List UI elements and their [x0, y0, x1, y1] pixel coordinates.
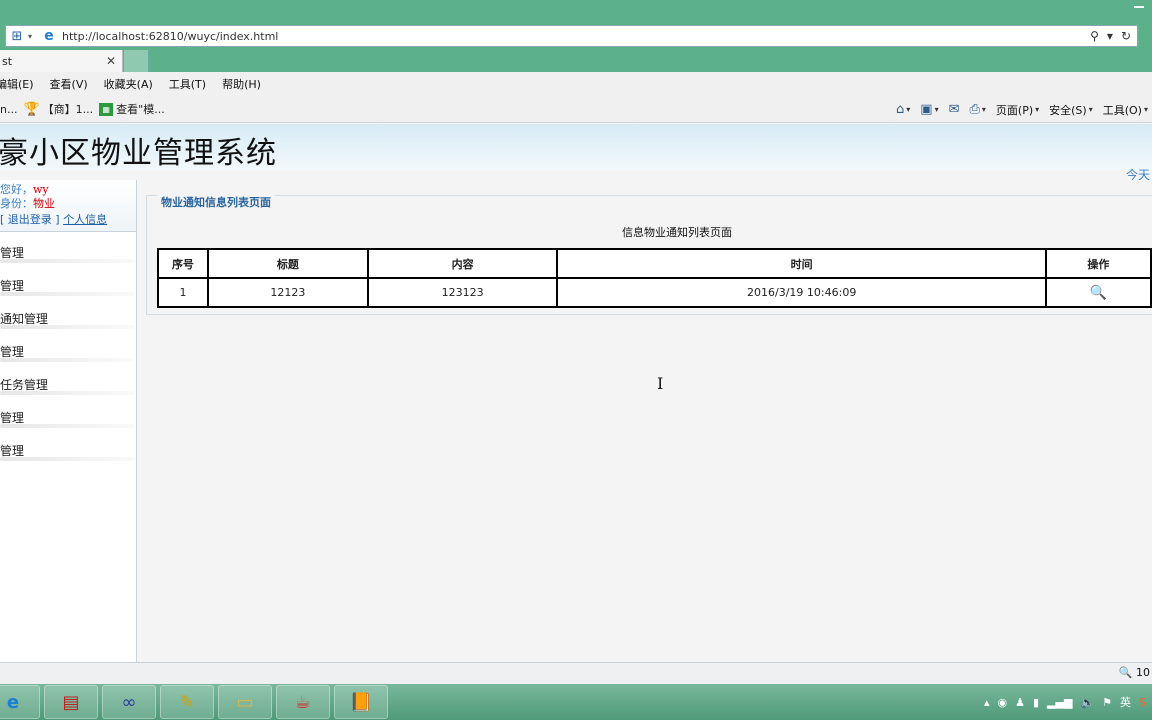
- cell-time: 2016/3/19 10:46:09: [556, 277, 1047, 308]
- dropdown-icon[interactable]: ▾: [1107, 29, 1113, 43]
- browser-frame: ⊞ ▾ e http://localhost:62810/wuyc/index.…: [0, 0, 1152, 72]
- menu-bar: 编辑(E) 查看(V) 收藏夹(A) 工具(T) 帮助(H): [0, 72, 1152, 96]
- home-icon: ⌂: [895, 102, 905, 117]
- cell-title: 12123: [206, 277, 369, 308]
- java-taskbar-icon[interactable]: ☕: [276, 685, 330, 719]
- sidebar-item-task[interactable]: 任务管理: [0, 368, 136, 401]
- tools-taskbar-icon[interactable]: ✎: [160, 685, 214, 719]
- sidebar-item[interactable]: 管理: [0, 236, 136, 269]
- profile-link[interactable]: 个人信息: [63, 213, 107, 226]
- favorite-item[interactable]: n...: [0, 103, 17, 116]
- folder-taskbar-icon[interactable]: ▭: [218, 685, 272, 719]
- address-bar[interactable]: ⊞ ▾ e http://localhost:62810/wuyc/index.…: [5, 25, 1138, 47]
- show-hidden-icons[interactable]: ▴: [984, 696, 990, 709]
- ie-icon: e: [44, 28, 54, 44]
- col-title: 标题: [206, 248, 369, 279]
- app-tray-icon[interactable]: ◉: [998, 696, 1008, 709]
- cell-actions: 🔍: [1044, 277, 1152, 308]
- trophy-icon: 🏆: [23, 101, 40, 117]
- system-tray: ▴ ◉ ♟ ▮ ▂▄▆ 🔈 ⚑ 英 S: [984, 684, 1152, 720]
- greeting-label: 您好，: [0, 183, 33, 196]
- flag-icon[interactable]: ⚑: [1102, 696, 1112, 709]
- printer-icon: ⎙: [969, 102, 980, 117]
- new-tab-button[interactable]: [124, 50, 149, 72]
- menu-edit[interactable]: 编辑(E): [0, 76, 34, 92]
- panel-legend: 物业通知信息列表页面: [157, 194, 275, 210]
- favorite-item[interactable]: ▦ 查看"模...: [99, 101, 165, 117]
- text-cursor-icon: I: [657, 374, 664, 393]
- rss-icon: ▣: [920, 102, 933, 117]
- url-text[interactable]: http://localhost:62810/wuyc/index.html: [58, 30, 1090, 43]
- cell-content: 123123: [366, 277, 559, 308]
- menu-view[interactable]: 查看(V): [50, 76, 88, 92]
- status-bar: 🔍 10: [0, 662, 1152, 684]
- role-label: 身份：: [0, 197, 33, 210]
- col-content: 内容: [366, 248, 559, 279]
- menu-help[interactable]: 帮助(H): [222, 76, 261, 92]
- logout-link[interactable]: 退出登录: [8, 213, 52, 226]
- sidebar-item[interactable]: 管理: [0, 401, 136, 434]
- col-index: 序号: [157, 248, 209, 279]
- eclipse-taskbar-icon[interactable]: ∞: [102, 685, 156, 719]
- tab-active[interactable]: st ✕: [0, 50, 123, 72]
- volume-icon[interactable]: 🔈: [1080, 696, 1094, 709]
- book-taskbar-icon[interactable]: 📙: [334, 685, 388, 719]
- page-title: 豪小区物业管理系统: [0, 136, 277, 171]
- taskbar: e ▤ ∞ ✎ ▭ ☕ 📙 ▴ ◉ ♟ ▮ ▂▄▆ 🔈 ⚑ 英 S: [0, 684, 1152, 720]
- col-actions: 操作: [1044, 248, 1152, 279]
- refresh-icon[interactable]: ↻: [1121, 29, 1131, 43]
- menu-favorites[interactable]: 收藏夹(A): [104, 76, 153, 92]
- tab-title: st: [2, 54, 13, 68]
- web-slice-icon: ▦: [99, 102, 114, 116]
- table-caption: 信息物业通知列表页面: [622, 226, 732, 239]
- network-icon[interactable]: ▮: [1033, 696, 1039, 709]
- user-info: 您好，wy 身份：物业 [ 退出登录 ] 个人信息: [0, 180, 136, 232]
- sidebar-item-notice[interactable]: 通知管理: [0, 302, 136, 335]
- role-value: 物业: [33, 197, 55, 210]
- mail-icon: ✉: [948, 102, 960, 117]
- table-header-row: 序号 标题 内容 时间 操作: [157, 248, 1152, 279]
- print-button[interactable]: ⎙ ▾: [969, 102, 985, 117]
- close-icon[interactable]: ✕: [106, 54, 116, 68]
- notepad-taskbar-icon[interactable]: ▤: [44, 685, 98, 719]
- sidebar-item[interactable]: 管理: [0, 335, 136, 368]
- sidebar-item[interactable]: 管理: [0, 269, 136, 302]
- username: wy: [33, 183, 49, 196]
- notice-table: 序号 标题 内容 时间 操作 1 12123 123123 2016/3/19 …: [157, 248, 1152, 308]
- page-header: 豪小区物业管理系统 今天: [0, 124, 1152, 182]
- favorite-item[interactable]: 🏆 【商】1...: [23, 101, 93, 117]
- magnifier-icon[interactable]: 🔍: [1090, 285, 1107, 301]
- ie-taskbar-icon[interactable]: e: [0, 685, 40, 719]
- tab-row: st ✕: [0, 50, 1152, 72]
- col-time: 时间: [556, 248, 1047, 279]
- zoom-control[interactable]: 🔍 10: [1119, 666, 1150, 679]
- search-icon[interactable]: ⚲: [1090, 29, 1099, 43]
- compat-view-icon[interactable]: ⊞: [6, 26, 28, 46]
- chevron-down-icon[interactable]: ▾: [28, 32, 40, 41]
- page-menu[interactable]: 页面(P) ▾: [996, 102, 1039, 118]
- qq-icon[interactable]: ♟: [1015, 696, 1025, 709]
- safety-menu[interactable]: 安全(S) ▾: [1049, 102, 1093, 118]
- ime-lang[interactable]: 英: [1120, 694, 1131, 710]
- command-bar: ⌂ ▾ ▣ ▾ ✉ ⎙ ▾ 页面(P) ▾ 安全(S) ▾ 工具(O) ▾: [890, 96, 1148, 123]
- signal-icon[interactable]: ▂▄▆: [1047, 696, 1072, 709]
- tools-menu[interactable]: 工具(O) ▾: [1103, 102, 1148, 118]
- sidebar: 您好，wy 身份：物业 [ 退出登录 ] 个人信息 管理 管理 通知管理 管理 …: [0, 180, 137, 662]
- sidebar-item[interactable]: 管理: [0, 434, 136, 467]
- table-row: 1 12123 123123 2016/3/19 10:46:09 🔍: [157, 277, 1152, 308]
- cell-index: 1: [157, 277, 209, 308]
- minimize-icon[interactable]: [1134, 6, 1144, 8]
- home-button[interactable]: ⌂ ▾: [896, 102, 910, 117]
- favorites-bar: n... 🏆 【商】1... ▦ 查看"模... ⌂ ▾ ▣ ▾ ✉ ⎙ ▾ 页面(P…: [0, 96, 1152, 123]
- notice-list-panel: 物业通知信息列表页面 信息物业通知列表页面 序号 标题 内容 时间 操作 1 1…: [146, 194, 1152, 315]
- menu-tools[interactable]: 工具(T): [169, 76, 206, 92]
- feeds-button[interactable]: ▣ ▾: [920, 102, 938, 117]
- today-link[interactable]: 今天: [1126, 166, 1150, 183]
- mail-button[interactable]: ✉: [949, 102, 960, 117]
- sogou-icon[interactable]: S: [1139, 696, 1146, 709]
